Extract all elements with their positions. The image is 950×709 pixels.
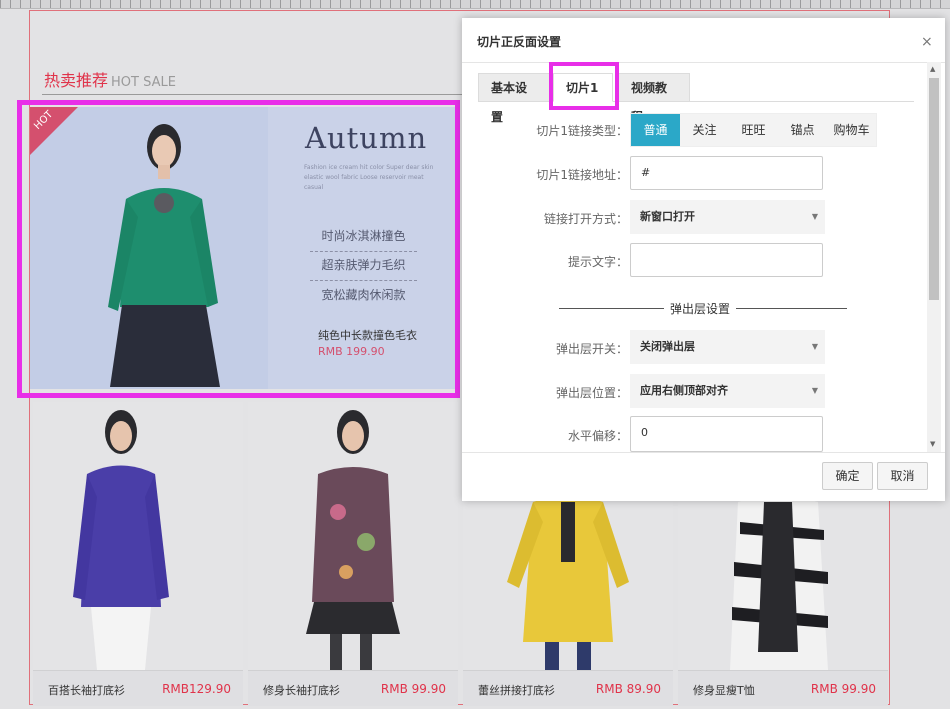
top-ruler <box>0 0 950 9</box>
open-mode-select[interactable]: 新窗口打开 ▼ <box>630 200 825 234</box>
product-footer: 修身长袖打底衫 RMB 99.90 <box>248 670 458 706</box>
link-type-label: 切片1链接类型： <box>536 124 628 138</box>
product-name: 蕾丝拼接打底衫 <box>478 684 555 697</box>
link-url-input[interactable]: # <box>630 156 823 190</box>
popup-position-label: 弹出层位置： <box>555 386 628 400</box>
product-model-figure <box>73 410 169 670</box>
popup-switch-select[interactable]: 关闭弹出层 ▼ <box>630 330 825 364</box>
banner-feature-1: 时尚冰淇淋撞色 <box>310 227 417 252</box>
link-type-selector: 普通 关注 旺旺 锚点 购物车 <box>630 113 877 147</box>
product-name: 修身长袖打底衫 <box>263 684 340 697</box>
dialog-scrollbar[interactable]: ▲ ▼ <box>927 62 941 453</box>
banner-heading: Autumn <box>305 121 428 155</box>
tip-text-input[interactable] <box>630 243 823 277</box>
close-icon[interactable]: × <box>921 34 933 50</box>
popup-switch-value: 关闭弹出层 <box>640 340 695 353</box>
product-price: RMB 99.90 <box>810 682 876 696</box>
product-price: RMB 99.90 <box>380 682 446 696</box>
link-type-wangwang[interactable]: 旺旺 <box>729 114 778 146</box>
product-footer: 蕾丝拼接打底衫 RMB 89.90 <box>463 670 673 706</box>
scroll-down-icon[interactable]: ▼ <box>930 440 935 448</box>
banner-feature-3: 宽松藏肉休闲款 <box>321 288 406 302</box>
banner-product-name: 纯色中长款撞色毛衣 <box>318 329 417 342</box>
popup-position-select[interactable]: 应用右侧顶部对齐 ▼ <box>630 374 825 408</box>
tip-text-label: 提示文字： <box>567 255 628 269</box>
product-photo <box>248 402 458 670</box>
tab-slice-1[interactable]: 切片1 <box>553 73 613 102</box>
product-name: 修身显瘦T恤 <box>693 684 755 697</box>
banner-feature-2: 超亲肤弹力毛织 <box>310 256 417 281</box>
confirm-button[interactable]: 确定 <box>822 462 873 490</box>
cancel-button[interactable]: 取消 <box>877 462 928 490</box>
product-name: 百搭长袖打底衫 <box>48 684 125 697</box>
horizontal-offset-input[interactable]: 0 <box>630 416 823 452</box>
product-footer: 百搭长袖打底衫 RMB129.90 <box>33 670 243 706</box>
link-type-follow[interactable]: 关注 <box>680 114 729 146</box>
link-type-anchor[interactable]: 锚点 <box>778 114 827 146</box>
tab-video-tutorial[interactable]: 视频教程 <box>618 73 690 124</box>
product-model-figure <box>306 410 400 670</box>
scroll-up-icon[interactable]: ▲ <box>930 65 935 73</box>
link-url-label: 切片1链接地址： <box>536 168 628 182</box>
tab-basic-settings[interactable]: 基本设置 <box>478 73 550 124</box>
popup-position-value: 应用右侧顶部对齐 <box>640 384 728 397</box>
product-footer: 修身显瘦T恤 RMB 99.90 <box>678 670 888 706</box>
product-price: RMB129.90 <box>162 682 231 696</box>
link-type-cart[interactable]: 购物车 <box>827 114 876 146</box>
link-type-normal[interactable]: 普通 <box>631 114 680 146</box>
section-title-en: HOT SALE <box>111 75 176 90</box>
chevron-down-icon: ▼ <box>811 386 818 395</box>
product-card[interactable]: 修身长袖打底衫 RMB 99.90 <box>248 402 458 706</box>
slice-settings-dialog: 切片正反面设置 × 基本设置 切片1 视频教程 切片1链接类型： 普通 关注 旺… <box>462 18 945 501</box>
dialog-header-divider <box>462 62 945 63</box>
open-mode-label: 链接打开方式： <box>543 212 628 226</box>
popup-section-title: 弹出层设置 <box>664 300 737 317</box>
chevron-down-icon: ▼ <box>811 212 818 221</box>
banner-subtitle: Fashion ice cream hit color Super dear s… <box>304 164 434 191</box>
chevron-down-icon: ▼ <box>811 342 818 351</box>
model-figure <box>108 124 220 387</box>
section-title: 热卖推荐 HOT SALE <box>44 67 176 91</box>
section-title-cn: 热卖推荐 <box>44 71 109 90</box>
title-underline <box>42 94 488 95</box>
horizontal-offset-label: 水平偏移： <box>567 429 628 443</box>
popup-switch-label: 弹出层开关： <box>555 342 628 356</box>
product-price: RMB 89.90 <box>595 682 661 696</box>
banner-product-price: RMB 199.90 <box>318 345 385 358</box>
dialog-footer-divider <box>462 452 945 453</box>
dialog-tabs: 基本设置 切片1 视频教程 <box>478 71 914 124</box>
product-card[interactable]: 百搭长袖打底衫 RMB129.90 <box>33 402 243 706</box>
featured-banner[interactable]: HOT Autumn Fashion ice cream hit color S… <box>30 107 457 389</box>
dialog-title: 切片正反面设置 <box>477 35 562 49</box>
product-photo <box>33 402 243 670</box>
scrollbar-thumb[interactable] <box>929 78 939 300</box>
open-mode-value: 新窗口打开 <box>640 210 695 223</box>
